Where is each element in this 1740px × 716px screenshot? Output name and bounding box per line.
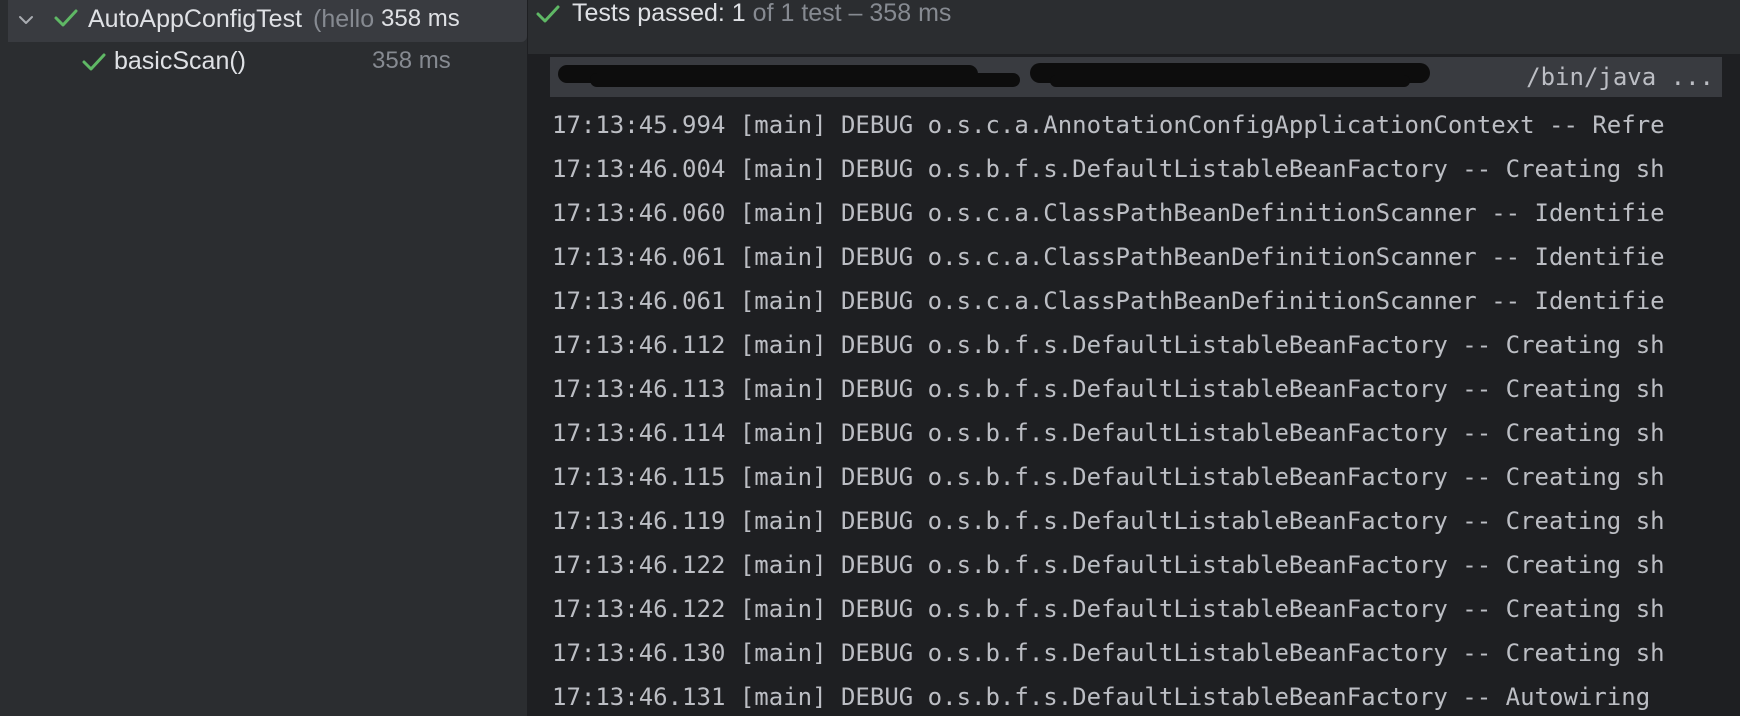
test-status-text: Tests passed: 1 of 1 test – 358 ms — [572, 0, 951, 28]
console-log-line: 17:13:46.115 [main] DEBUG o.s.b.f.s.Defa… — [552, 463, 1665, 491]
console-log-line: 17:13:46.060 [main] DEBUG o.s.c.a.ClassP… — [552, 199, 1665, 227]
console-log-line: 17:13:46.113 [main] DEBUG o.s.b.f.s.Defa… — [552, 375, 1665, 403]
test-class-duration: 358 ms — [381, 5, 460, 32]
console-log-line: 17:13:46.114 [main] DEBUG o.s.b.f.s.Defa… — [552, 419, 1665, 447]
console-log-line: 17:13:46.130 [main] DEBUG o.s.b.f.s.Defa… — [552, 639, 1665, 667]
console-output[interactable]: 17:13:45.994 [main] DEBUG o.s.c.a.Annota… — [552, 103, 1740, 716]
tests-passed-label: Tests passed: 1 — [572, 0, 746, 27]
tests-passed-detail: of 1 test – 358 ms — [752, 0, 952, 27]
console-log-line: 17:13:46.119 [main] DEBUG o.s.b.f.s.Defa… — [552, 507, 1665, 535]
checkmark-icon — [82, 53, 106, 71]
tree-row-autoappconfigtest[interactable]: AutoAppConfigTest (hello 358 ms — [8, 0, 527, 42]
console-log-line: 17:13:46.122 [main] DEBUG o.s.b.f.s.Defa… — [552, 551, 1665, 579]
checkmark-icon — [54, 9, 78, 27]
console-log-line: 17:13:46.061 [main] DEBUG o.s.c.a.ClassP… — [552, 287, 1665, 315]
console-log-line: 17:13:45.994 [main] DEBUG o.s.c.a.Annota… — [552, 111, 1665, 139]
command-line[interactable]: /bin/java ... — [550, 57, 1722, 97]
console-log-line: 17:13:46.122 [main] DEBUG o.s.b.f.s.Defa… — [552, 595, 1665, 623]
checkmark-icon — [536, 5, 560, 23]
console-log-line: 17:13:46.131 [main] DEBUG o.s.b.f.s.Defa… — [552, 683, 1651, 711]
test-method-label: basicScan() — [114, 47, 246, 75]
console-log-line: 17:13:46.004 [main] DEBUG o.s.b.f.s.Defa… — [552, 155, 1665, 183]
test-class-hint: (hello — [313, 5, 375, 33]
redacted-path — [1050, 75, 1410, 87]
test-class-label: AutoAppConfigTest — [88, 5, 303, 33]
test-status-bar: Tests passed: 1 of 1 test – 358 ms — [528, 0, 1740, 54]
console-log-line: 17:13:46.112 [main] DEBUG o.s.b.f.s.Defa… — [552, 331, 1665, 359]
console-log-line: 17:13:46.061 [main] DEBUG o.s.c.a.ClassP… — [552, 243, 1665, 271]
tree-row-basicscan[interactable]: basicScan() 358 ms — [0, 44, 527, 88]
redacted-path — [590, 73, 1020, 87]
test-tree-panel: AutoAppConfigTest (hello 358 ms basicSca… — [0, 0, 527, 716]
console-panel: Tests passed: 1 of 1 test – 358 ms /bin/… — [528, 0, 1740, 716]
chevron-down-icon[interactable] — [16, 10, 36, 30]
test-method-duration: 358 ms — [372, 47, 451, 74]
test-runner-window: AutoAppConfigTest (hello 358 ms basicSca… — [0, 0, 1740, 716]
command-text: /bin/java ... — [1526, 63, 1714, 91]
